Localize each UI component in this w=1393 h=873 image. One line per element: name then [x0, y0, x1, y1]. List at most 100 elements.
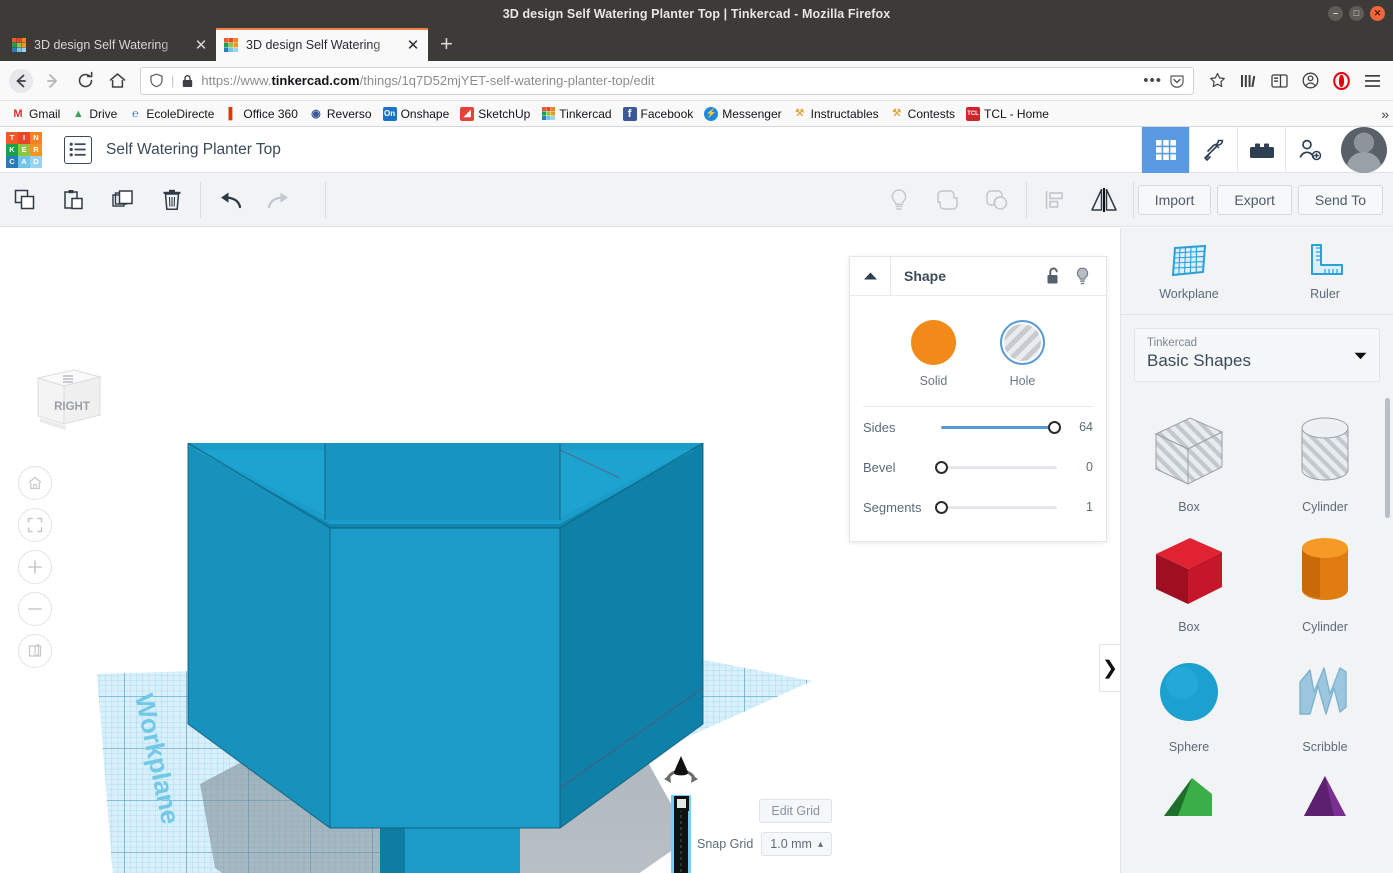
fit-view-icon[interactable]	[18, 508, 52, 542]
undo-icon[interactable]	[205, 173, 254, 227]
bookmark-facebook[interactable]: f Facebook	[618, 105, 699, 123]
ungroup-icon[interactable]	[973, 173, 1022, 227]
bookmark-tinkercad[interactable]: Tinkercad	[536, 105, 616, 123]
bookmark-star-icon[interactable]	[1202, 66, 1232, 96]
hole-option[interactable]: Hole	[1000, 320, 1045, 388]
redo-icon[interactable]	[254, 173, 303, 227]
minimize-button[interactable]: –	[1328, 6, 1343, 21]
paste-icon[interactable]	[49, 173, 98, 227]
new-tab-button[interactable]: +	[428, 33, 465, 61]
bookmarks-overflow-icon[interactable]: »	[1381, 106, 1389, 122]
bookmark-drive[interactable]: ▲ Drive	[66, 105, 122, 123]
browser-tab-1[interactable]: 3D design Self Watering ✕	[4, 28, 216, 61]
maximize-button[interactable]: □	[1349, 6, 1364, 21]
bevel-slider-knob[interactable]	[934, 460, 948, 474]
snap-grid-select[interactable]: 1.0 mm ▴	[761, 832, 832, 856]
shape-item-cylinder-hole[interactable]: Cylinder	[1257, 400, 1393, 520]
delete-icon[interactable]	[147, 173, 196, 227]
library-icon[interactable]	[1233, 66, 1263, 96]
view-cube[interactable]: RIGHT	[24, 360, 104, 436]
tab-close-icon[interactable]: ✕	[405, 36, 421, 54]
sidebar-tool-ruler[interactable]: Ruler	[1257, 228, 1393, 314]
lessons-icon[interactable]	[1237, 126, 1285, 173]
shape-item-box-hole[interactable]: Box	[1121, 400, 1257, 520]
bookmark-office360[interactable]: ▌ Office 360	[220, 105, 302, 123]
account-icon[interactable]	[1295, 66, 1325, 96]
import-button[interactable]: Import	[1137, 184, 1212, 215]
export-button[interactable]: Export	[1217, 184, 1292, 215]
group-icon[interactable]	[924, 173, 973, 227]
project-list-icon[interactable]	[64, 135, 92, 164]
url-bar[interactable]: | https://www.tinkercad.com/things/1q7D5…	[140, 66, 1194, 95]
browser-tab-2[interactable]: 3D design Self Watering ✕	[216, 28, 428, 61]
tinkercad-logo[interactable]: T I N K E R C A D	[0, 127, 48, 173]
ortho-view-icon[interactable]	[18, 634, 52, 668]
bevel-slider-track[interactable]	[934, 460, 1057, 474]
shape-item-roof-green[interactable]	[1121, 760, 1257, 832]
sidebar-tool-workplane[interactable]: Workplane	[1121, 228, 1257, 314]
close-button[interactable]: ✕	[1370, 6, 1385, 21]
bookmark-reverso[interactable]: ◉ Reverso	[304, 105, 377, 123]
align-icon[interactable]	[1031, 173, 1080, 227]
home-button[interactable]	[102, 66, 132, 96]
shape-item-cone-purple[interactable]	[1257, 760, 1393, 832]
grid-apps-icon[interactable]	[1141, 126, 1189, 173]
bookmark-gmail[interactable]: M Gmail	[6, 105, 65, 123]
page-title[interactable]: Self Watering Planter Top	[106, 141, 281, 159]
bookmark-ecoledirecte[interactable]: ℮ EcoleDirecte	[123, 105, 219, 123]
sides-value[interactable]: 64	[1067, 420, 1093, 434]
send-to-button[interactable]: Send To	[1297, 184, 1383, 215]
reload-button[interactable]	[70, 66, 100, 96]
shape-item-box-red[interactable]: Box	[1121, 520, 1257, 640]
bookmark-instructables[interactable]: ⚒ Instructables	[788, 105, 884, 123]
shield-icon[interactable]	[149, 73, 164, 88]
bookmark-onshape[interactable]: On Onshape	[378, 105, 455, 123]
chevron-down-icon[interactable]	[1354, 352, 1367, 360]
bevel-value[interactable]: 0	[1067, 460, 1093, 474]
edit-grid-button[interactable]: Edit Grid	[759, 799, 832, 823]
add-person-icon[interactable]	[1285, 126, 1333, 173]
hole-swatch[interactable]	[1000, 320, 1045, 365]
opera-icon[interactable]	[1326, 66, 1356, 96]
pocket-icon[interactable]	[1169, 73, 1185, 89]
codeblocks-icon[interactable]	[1189, 126, 1237, 173]
url-text[interactable]: https://www.tinkercad.com/things/1q7D52m…	[201, 73, 1136, 88]
copy-icon[interactable]	[0, 173, 49, 227]
solid-option[interactable]: Solid	[911, 320, 956, 388]
home-view-icon[interactable]	[18, 466, 52, 500]
forward-button[interactable]	[38, 66, 68, 96]
solid-swatch[interactable]	[911, 320, 956, 365]
shape-item-cylinder-orange[interactable]: Cylinder	[1257, 520, 1393, 640]
sidebar-scrollbar[interactable]	[1385, 398, 1390, 518]
segments-value[interactable]: 1	[1067, 500, 1093, 514]
ruler-icon	[1311, 243, 1343, 275]
sidebar-toggle-button[interactable]: ❯	[1099, 644, 1120, 692]
bookmark-tcl-home[interactable]: TCL TCL - Home	[961, 105, 1054, 123]
unlock-icon[interactable]	[1046, 267, 1061, 286]
segments-slider-knob[interactable]	[934, 500, 948, 514]
bookmark-sketchup[interactable]: ◢ SketchUp	[455, 105, 535, 123]
page-actions-icon[interactable]: •••	[1143, 72, 1162, 89]
light-bulb-icon[interactable]	[875, 173, 924, 227]
bookmark-messenger[interactable]: ⚡ Messenger	[699, 105, 786, 123]
shape-collection-select[interactable]: Tinkercad Basic Shapes	[1134, 328, 1380, 382]
segments-slider-track[interactable]	[934, 500, 1057, 514]
back-button[interactable]	[6, 66, 36, 96]
mirror-icon[interactable]	[1080, 173, 1129, 227]
sides-slider-knob[interactable]	[1048, 420, 1062, 434]
menu-icon[interactable]	[1357, 66, 1387, 96]
bookmark-contests[interactable]: ⚒ Contests	[885, 105, 960, 123]
shape-item-sphere[interactable]: Sphere	[1121, 640, 1257, 760]
light-bulb-icon[interactable]	[1075, 267, 1090, 286]
zoom-out-icon[interactable]	[18, 592, 52, 626]
view-navigation	[18, 466, 52, 668]
sides-slider-track[interactable]	[941, 420, 1062, 434]
sidebar-icon[interactable]	[1264, 66, 1294, 96]
shape-item-scribble[interactable]: Scribble	[1257, 640, 1393, 760]
zoom-in-icon[interactable]	[18, 550, 52, 584]
avatar[interactable]	[1341, 126, 1387, 173]
triangle-up-icon[interactable]	[850, 257, 891, 295]
duplicate-icon[interactable]	[98, 173, 147, 227]
shapes-list[interactable]: Box Cylinder Box Cylinder Sphere Scribbl…	[1121, 394, 1393, 873]
tab-close-icon[interactable]: ✕	[193, 36, 209, 54]
